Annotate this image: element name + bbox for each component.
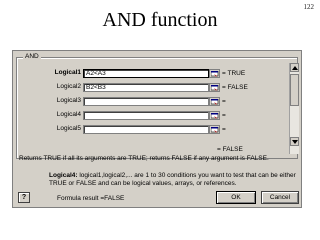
logical5-input[interactable] [83,125,209,134]
logical2-label: Logical2 [56,83,81,90]
group-label: AND [23,53,41,60]
function-arguments-dialog: AND Logical1 A2<A3 = TRUE Logical2 B2<B3… [12,50,302,208]
scroll-down-button[interactable] [290,137,299,146]
slide-title: AND function [102,9,218,31]
formula-result: Formula result =FALSE [57,195,125,202]
logical1-input[interactable]: A2<A3 [83,69,209,78]
logical3-label: Logical3 [56,97,81,104]
logical2-collapse-button[interactable] [209,83,220,92]
collapse-dialog-icon [211,99,219,105]
logical4-result: = logical [222,112,247,119]
logical4-label: Logical4 [56,111,81,118]
collapse-dialog-icon [211,113,219,119]
help-button[interactable]: ? [18,192,30,203]
logical5-collapse-button[interactable] [209,125,220,134]
logical2-input[interactable]: B2<B3 [83,83,209,92]
logical3-collapse-button[interactable] [209,97,220,106]
collapse-dialog-icon [211,71,219,77]
argument-help-text: logical1,logical2,... are 1 to 30 condit… [49,172,296,187]
argument-help-name: Logical4: [49,172,78,179]
arrow-up-icon [292,66,298,70]
logical5-result: = logical [222,126,247,133]
ok-button[interactable]: OK [216,191,256,204]
logical3-result: = logical [222,98,247,105]
scroll-up-button[interactable] [290,63,299,72]
logical5-label: Logical5 [56,125,81,132]
and-argument-group: AND Logical1 A2<A3 = TRUE Logical2 B2<B3… [16,53,299,159]
function-description: Returns TRUE if all its arguments are TR… [19,155,269,162]
argument-help: Logical4: logical1,logical2,... are 1 to… [49,172,297,188]
logical1-collapse-button[interactable] [209,69,220,78]
logical1-label: Logical1 [54,69,81,76]
collapse-dialog-icon [211,85,219,91]
logical3-input[interactable] [83,97,209,106]
arguments-scrollbar[interactable] [289,63,299,154]
logical1-result: = TRUE [222,70,246,77]
arrow-down-icon [292,140,298,144]
logical2-result: = FALSE [222,84,248,91]
scroll-thumb[interactable] [290,74,299,106]
formula-result-preview: = FALSE [217,146,243,153]
logical4-collapse-button[interactable] [209,111,220,120]
logical4-input[interactable] [83,111,209,120]
cancel-button[interactable]: Cancel [261,191,299,204]
collapse-dialog-icon [211,127,219,133]
